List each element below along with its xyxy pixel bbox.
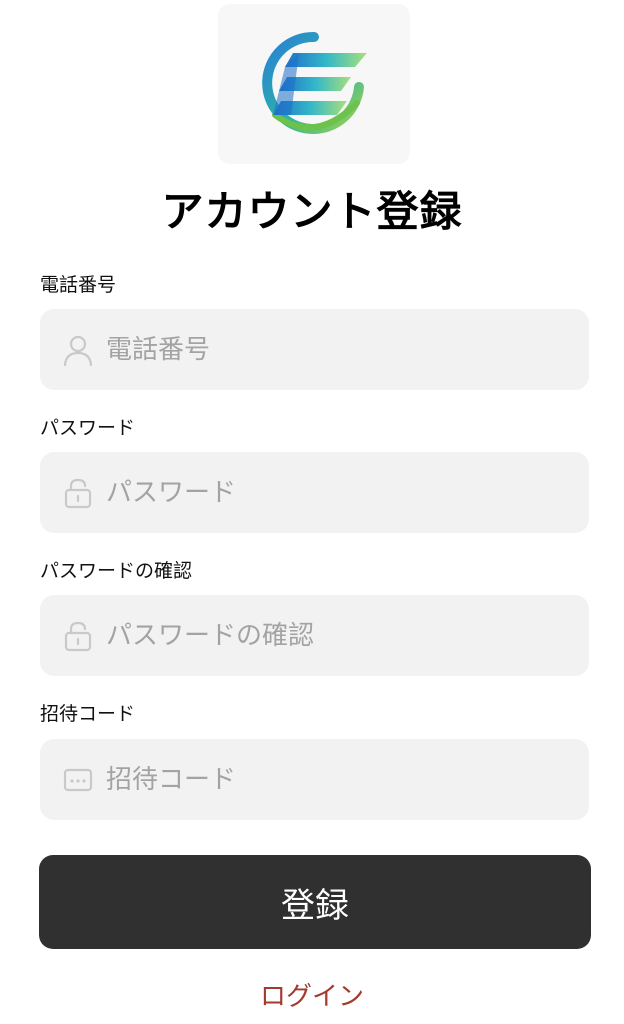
logo-e-icon (262, 31, 367, 134)
phone-label: 電話番号 (40, 274, 117, 296)
invite-code-input[interactable] (106, 764, 566, 795)
phone-field[interactable] (40, 309, 589, 390)
confirm-password-input[interactable] (106, 620, 566, 651)
password-input[interactable] (106, 477, 566, 508)
invite-code-label: 招待コード (40, 703, 136, 725)
password-field[interactable] (40, 452, 589, 533)
registration-page: アカウント登録 電話番号 パスワード パスワードの確認 (0, 0, 624, 1024)
phone-input[interactable] (106, 334, 566, 365)
confirm-password-label: パスワードの確認 (40, 560, 193, 582)
register-button[interactable]: 登録 (39, 855, 591, 949)
code-icon (62, 764, 94, 796)
login-link[interactable]: ログイン (0, 980, 624, 1014)
invite-code-field[interactable] (40, 739, 589, 820)
user-icon (62, 334, 94, 366)
page-title: アカウント登録 (161, 187, 463, 236)
app-logo (218, 4, 410, 164)
confirm-password-field[interactable] (40, 595, 589, 676)
lock-icon (62, 477, 94, 509)
lock-icon (62, 620, 94, 652)
password-label: パスワード (40, 417, 136, 439)
